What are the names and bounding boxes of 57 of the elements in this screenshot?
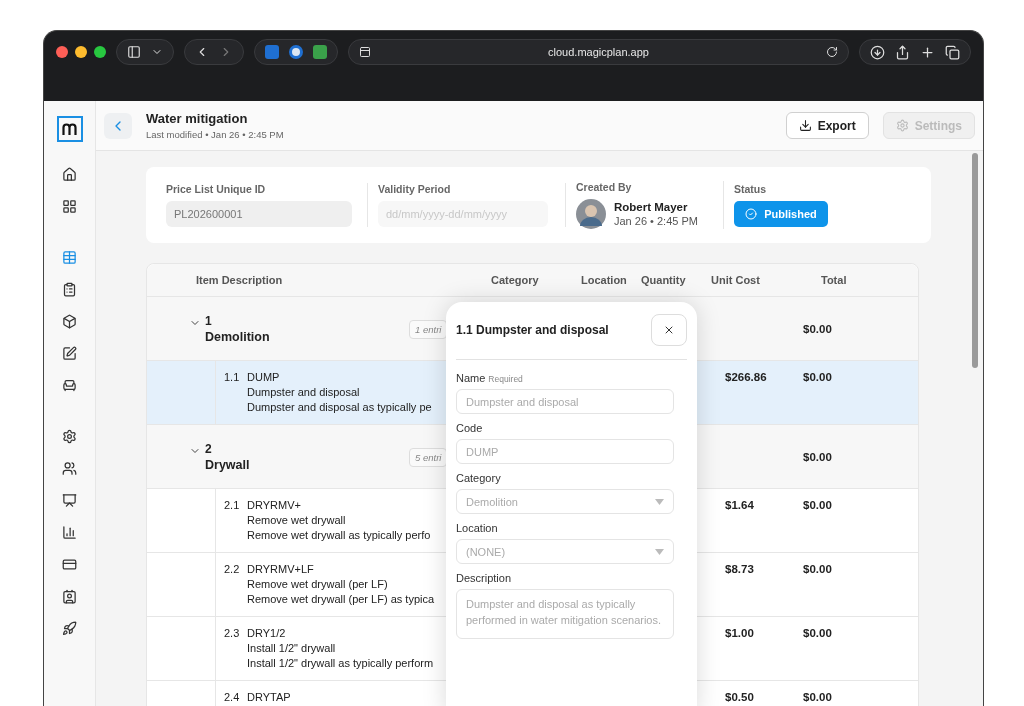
item-description: Dumpster and disposal as typically pe <box>247 401 432 413</box>
item-name: Remove wet drywall <box>247 514 347 526</box>
group-number: 1 <box>205 313 213 328</box>
column-header: Quantity <box>640 274 687 286</box>
last-modified: Last modified • Jan 26 • 2:45 PM <box>146 129 285 140</box>
total-cell-text: $0.00 <box>802 370 833 383</box>
entries-count: 1 entri <box>409 319 448 339</box>
group-name: Demolition <box>205 329 270 344</box>
field-label: Category <box>456 472 501 484</box>
field-label: Price List Unique ID <box>166 183 267 195</box>
item-code: DUMP <box>247 371 281 383</box>
group-total: $0.00 <box>802 322 833 335</box>
group-number: 2 <box>205 441 213 456</box>
unit-cost-cell-text: $1.64 <box>724 498 755 511</box>
item-number: 2.1 <box>223 498 241 513</box>
unit-cost-cell-text: $266.86 <box>724 370 768 383</box>
group-total: $0.00 <box>802 450 833 463</box>
column-header: Category <box>490 274 540 286</box>
group-name: Drywall <box>205 457 250 472</box>
field-label: Status <box>734 183 768 195</box>
item-number: 2.4 <box>223 690 241 705</box>
item-description: Install 1/2" drywall as typically perform <box>247 657 434 669</box>
item-code: DRYRMV+ <box>247 499 302 511</box>
field-label: Created By <box>576 181 633 193</box>
field-label: Name <box>456 372 486 384</box>
item-number: 1.1 <box>223 370 241 385</box>
item-number: 2.3 <box>223 626 241 641</box>
column-header: Total <box>820 274 848 286</box>
created-date: Jan 26 • 2:45 PM <box>614 215 698 227</box>
panel-title: 1.1 Dumpster and disposal <box>456 323 609 337</box>
item-code: DRY1/2 <box>247 627 287 639</box>
total-cell-text: $0.00 <box>802 626 833 639</box>
item-code: DRYTAP <box>247 691 291 703</box>
column-header: Item Description <box>195 274 284 286</box>
item-description: Remove wet drywall as typically perfo <box>247 529 431 541</box>
required-hint: Required <box>488 374 523 384</box>
unit-cost-cell-text: $0.50 <box>724 690 755 703</box>
item-code: DRYRMV+LF <box>247 563 315 575</box>
item-description: Remove wet drywall (per LF) as typica <box>247 593 435 605</box>
unit-cost-cell-text: $1.00 <box>724 626 755 639</box>
creator-name: Robert Mayer <box>614 201 689 213</box>
field-label: Location <box>456 522 498 534</box>
entries-count: 5 entri <box>409 447 448 467</box>
item-name: Dumpster and disposal <box>247 386 361 398</box>
total-cell-text: $0.00 <box>802 690 833 703</box>
field-label: Code <box>456 422 483 434</box>
column-header: Location <box>580 274 628 286</box>
unit-cost-cell-text: $8.73 <box>724 562 755 575</box>
column-header: Unit Cost <box>710 274 761 286</box>
item-number: 2.2 <box>223 562 241 577</box>
item-name: Remove wet drywall (per LF) <box>247 578 389 590</box>
total-cell-text: $0.00 <box>802 562 833 575</box>
field-label: Validity Period <box>378 183 452 195</box>
item-name: Install 1/2" drywall <box>247 642 337 654</box>
field-label: Description <box>456 572 512 584</box>
page-title: Water mitigation <box>146 111 249 126</box>
total-cell-text: $0.00 <box>802 498 833 511</box>
